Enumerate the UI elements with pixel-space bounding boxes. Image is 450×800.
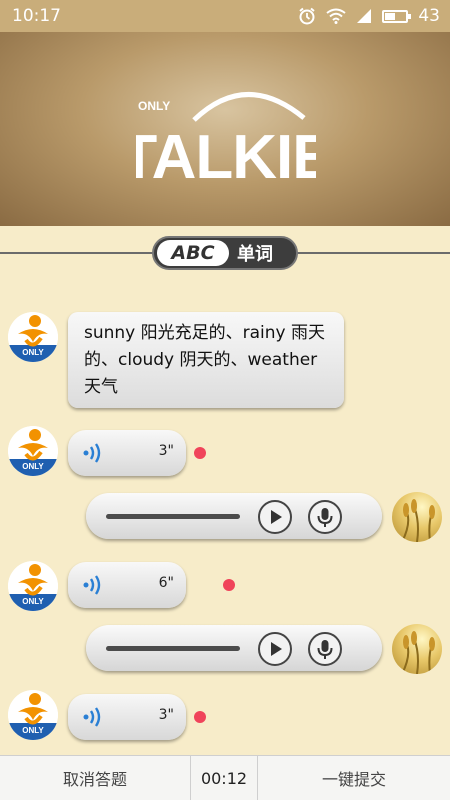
answer-timer: 00:12 xyxy=(190,756,258,800)
unread-indicator xyxy=(194,447,206,459)
talkie-banner: ONLY TALKIE xyxy=(0,32,450,226)
voice-message[interactable]: 3" xyxy=(68,694,186,740)
mic-icon xyxy=(317,640,333,659)
status-bar: 10:17 43 xyxy=(0,0,450,32)
battery-level xyxy=(385,12,395,20)
record-button[interactable] xyxy=(308,500,342,534)
onlytalkie-avatar-icon: ONLY xyxy=(8,690,58,740)
wheat-avatar-icon xyxy=(401,499,435,542)
voice-icon xyxy=(83,443,101,463)
play-icon xyxy=(271,510,282,524)
unread-indicator xyxy=(223,579,235,591)
vocab-text-bubble: sunny 阳光充足的、rainy 雨天的、cloudy 阴天的、weather… xyxy=(68,312,344,408)
answer-recorder xyxy=(86,493,382,539)
voice-icon xyxy=(83,575,101,595)
signal-icon xyxy=(357,9,372,23)
logo-talkie-text: TALKIE xyxy=(136,123,316,190)
teacher-avatar[interactable]: ONLY xyxy=(8,561,58,611)
user-avatar[interactable] xyxy=(392,624,442,674)
wifi-icon xyxy=(326,8,346,24)
logo-only-text: ONLY xyxy=(138,99,170,113)
cancel-answer-button[interactable]: 取消答题 xyxy=(0,756,190,800)
teacher-avatar[interactable]: ONLY xyxy=(8,312,58,362)
talkie-logo: ONLY TALKIE xyxy=(136,92,316,190)
section-header: ABC 单词 xyxy=(152,236,298,270)
unread-indicator xyxy=(194,711,206,723)
status-icons: 43 xyxy=(298,6,440,26)
play-icon xyxy=(271,642,282,656)
onlytalkie-avatar-icon: ONLY xyxy=(8,561,58,611)
playback-progress[interactable] xyxy=(106,646,240,651)
play-button[interactable] xyxy=(258,500,292,534)
onlytalkie-avatar-icon: ONLY xyxy=(8,426,58,476)
voice-duration: 6" xyxy=(158,575,174,591)
voice-message[interactable]: 6" xyxy=(68,562,186,608)
user-avatar[interactable] xyxy=(392,492,442,542)
alarm-icon xyxy=(299,7,315,25)
mic-icon xyxy=(317,508,333,527)
battery-percent: 43 xyxy=(418,6,440,26)
voice-message[interactable]: 3" xyxy=(68,430,186,476)
teacher-avatar[interactable]: ONLY xyxy=(8,690,58,740)
avatar-brand-text: ONLY xyxy=(22,348,44,357)
play-button[interactable] xyxy=(258,632,292,666)
abc-badge: ABC xyxy=(157,240,229,266)
teacher-avatar[interactable]: ONLY xyxy=(8,426,58,476)
submit-all-button[interactable]: 一键提交 xyxy=(258,756,450,800)
avatar-brand-text: ONLY xyxy=(22,597,44,606)
status-time: 10:17 xyxy=(12,6,61,26)
answer-recorder xyxy=(86,625,382,671)
wheat-avatar-icon xyxy=(401,631,435,674)
bottom-bar: 取消答题 00:12 一键提交 xyxy=(0,755,450,800)
battery-icon xyxy=(382,9,412,23)
section-title: 单词 xyxy=(237,244,273,265)
onlytalkie-avatar-icon: ONLY xyxy=(8,312,58,362)
playback-progress[interactable] xyxy=(106,514,240,519)
voice-duration: 3" xyxy=(158,443,174,459)
voice-icon xyxy=(83,707,101,727)
avatar-brand-text: ONLY xyxy=(22,462,44,471)
voice-duration: 3" xyxy=(158,707,174,723)
record-button[interactable] xyxy=(308,632,342,666)
avatar-brand-text: ONLY xyxy=(22,726,44,735)
